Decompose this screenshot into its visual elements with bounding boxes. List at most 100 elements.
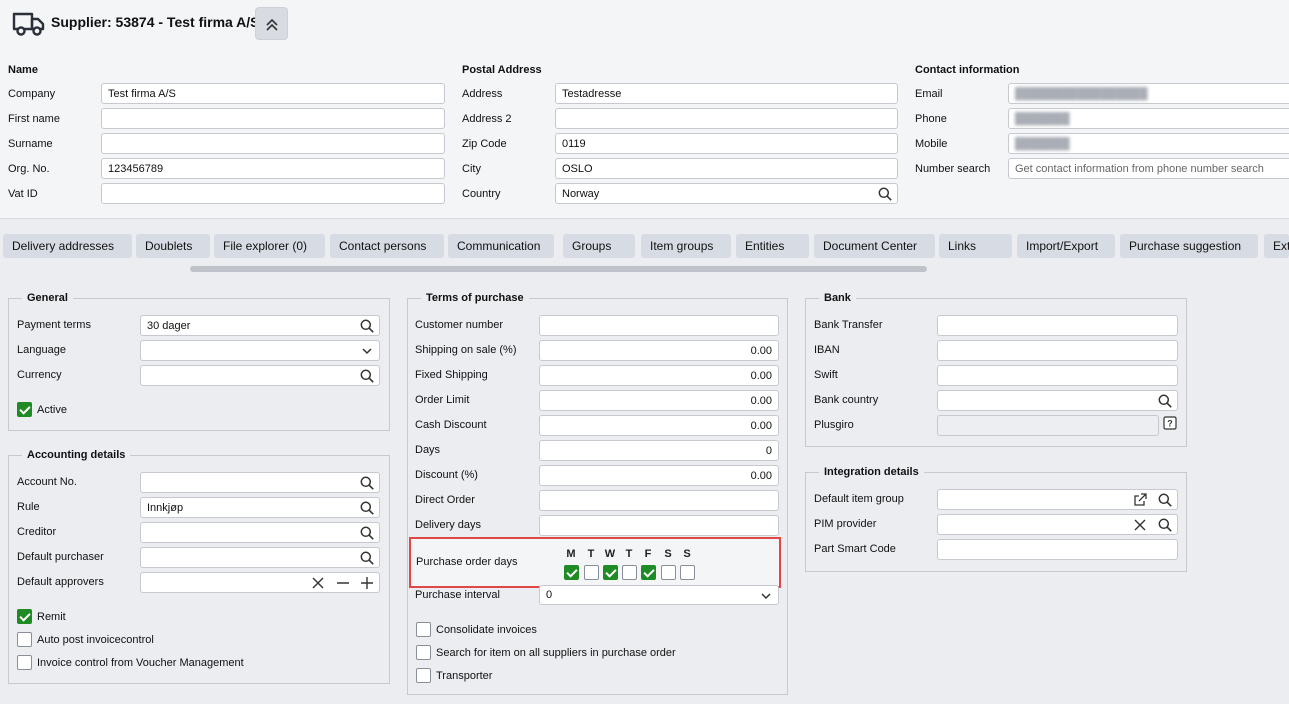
plus-icon[interactable] — [360, 576, 374, 590]
voucher-control-checkbox[interactable] — [17, 655, 32, 670]
creditor-input[interactable] — [140, 522, 380, 543]
default-approvers-input[interactable] — [140, 572, 380, 593]
tab-bar: Delivery addresses Doublets File explore… — [0, 233, 1289, 273]
day-checkbox-tue[interactable] — [584, 565, 599, 580]
address2-input[interactable] — [555, 108, 898, 129]
currency-label: Currency — [17, 369, 62, 381]
fixed-shipping-input[interactable]: 0.00 — [539, 365, 779, 386]
mobile-label: Mobile — [915, 138, 948, 150]
day-checkbox-thu[interactable] — [622, 565, 637, 580]
purchase-interval-select[interactable]: 0 — [539, 585, 779, 605]
language-select[interactable] — [140, 340, 380, 361]
tab-communication[interactable]: Communication — [448, 234, 554, 258]
default-item-group-label: Default item group — [814, 493, 904, 505]
collapse-header-button[interactable] — [255, 7, 288, 40]
tab-file-explorer[interactable]: File explorer (0) — [214, 234, 325, 258]
day-checkbox-mon[interactable] — [564, 565, 579, 580]
clear-icon[interactable] — [1133, 518, 1147, 532]
first-name-input[interactable] — [101, 108, 445, 129]
currency-input[interactable] — [140, 365, 380, 386]
remit-checkbox[interactable] — [17, 609, 32, 624]
terms-heading: Terms of purchase — [426, 292, 524, 304]
tabs-scrollbar[interactable] — [190, 266, 927, 272]
account-no-label: Account No. — [17, 476, 77, 488]
bank-country-input[interactable] — [937, 390, 1178, 411]
part-smart-code-input[interactable] — [937, 539, 1178, 560]
account-no-input[interactable] — [140, 472, 380, 493]
purchase-interval-value: 0 — [546, 589, 553, 601]
search-icon[interactable] — [1158, 394, 1172, 408]
search-icon[interactable] — [360, 369, 374, 383]
days-label: Days — [415, 444, 441, 456]
rule-input[interactable]: Innkjøp — [140, 497, 380, 518]
cash-discount-input[interactable]: 0.00 — [539, 415, 779, 436]
company-input[interactable]: Test firma A/S — [101, 83, 445, 104]
clear-icon[interactable] — [311, 576, 325, 590]
payment-terms-label: Payment terms — [17, 319, 91, 331]
tab-ext[interactable]: Ext — [1264, 234, 1289, 258]
days-input[interactable]: 0 — [539, 440, 779, 461]
help-icon[interactable]: ? — [1163, 416, 1177, 430]
tab-links[interactable]: Links — [939, 234, 1012, 258]
city-input[interactable]: OSLO — [555, 158, 898, 179]
day-checkbox-wed[interactable] — [603, 565, 618, 580]
part-smart-code-label: Part Smart Code — [814, 543, 896, 555]
search-icon[interactable] — [1158, 493, 1172, 507]
search-icon[interactable] — [360, 319, 374, 333]
auto-post-checkbox[interactable] — [17, 632, 32, 647]
search-all-suppliers-label: Search for item on all suppliers in purc… — [436, 647, 676, 659]
search-icon[interactable] — [360, 501, 374, 515]
search-icon[interactable] — [1158, 518, 1172, 532]
tab-import-export[interactable]: Import/Export — [1017, 234, 1115, 258]
iban-input[interactable] — [937, 340, 1178, 361]
day-checkbox-fri[interactable] — [641, 565, 656, 580]
org-no-input[interactable]: 123456789 — [101, 158, 445, 179]
tab-purchase-suggestion[interactable]: Purchase suggestion — [1120, 234, 1258, 258]
discount-input[interactable]: 0.00 — [539, 465, 779, 486]
order-limit-input[interactable]: 0.00 — [539, 390, 779, 411]
customer-number-input[interactable] — [539, 315, 779, 336]
default-item-group-input[interactable] — [937, 489, 1178, 510]
search-icon[interactable] — [360, 526, 374, 540]
delivery-days-input[interactable] — [539, 515, 779, 536]
country-input[interactable]: Norway — [555, 183, 898, 204]
active-label: Active — [37, 404, 67, 416]
external-link-icon[interactable] — [1133, 493, 1147, 507]
tab-doublets[interactable]: Doublets — [136, 234, 210, 258]
tab-document-center[interactable]: Document Center — [814, 234, 935, 258]
default-purchaser-input[interactable] — [140, 547, 380, 568]
tab-entities[interactable]: Entities — [736, 234, 809, 258]
bank-transfer-input[interactable] — [937, 315, 1178, 336]
shipping-on-sale-input[interactable]: 0.00 — [539, 340, 779, 361]
vat-id-input[interactable] — [101, 183, 445, 204]
number-search-input[interactable]: Get contact information from phone numbe… — [1008, 158, 1289, 179]
minus-icon[interactable] — [336, 576, 350, 590]
transporter-checkbox[interactable] — [416, 668, 431, 683]
search-icon[interactable] — [360, 476, 374, 490]
active-checkbox[interactable] — [17, 402, 32, 417]
tab-item-groups[interactable]: Item groups — [641, 234, 731, 258]
surname-input[interactable] — [101, 133, 445, 154]
swift-input[interactable] — [937, 365, 1178, 386]
pim-provider-input[interactable] — [937, 514, 1178, 535]
direct-order-input[interactable] — [539, 490, 779, 511]
day-checkbox-sun[interactable] — [680, 565, 695, 580]
search-all-suppliers-checkbox[interactable] — [416, 645, 431, 660]
email-input[interactable]: █████████████████ — [1008, 83, 1289, 104]
country-label: Country — [462, 188, 501, 200]
payment-terms-input[interactable]: 30 dager — [140, 315, 380, 336]
search-icon[interactable] — [878, 187, 892, 201]
tab-delivery-addresses[interactable]: Delivery addresses — [3, 234, 132, 258]
day-letter-mon: M — [566, 548, 576, 560]
consolidate-invoices-checkbox[interactable] — [416, 622, 431, 637]
number-search-label: Number search — [915, 163, 991, 175]
zip-code-input[interactable]: 0119 — [555, 133, 898, 154]
phone-input[interactable]: ███████ — [1008, 108, 1289, 129]
search-icon[interactable] — [360, 551, 374, 565]
day-checkbox-sat[interactable] — [661, 565, 676, 580]
creditor-label: Creditor — [17, 526, 57, 538]
tab-groups[interactable]: Groups — [563, 234, 635, 258]
tab-contact-persons[interactable]: Contact persons — [330, 234, 444, 258]
address-input[interactable]: Testadresse — [555, 83, 898, 104]
mobile-input[interactable]: ███████ — [1008, 133, 1289, 154]
